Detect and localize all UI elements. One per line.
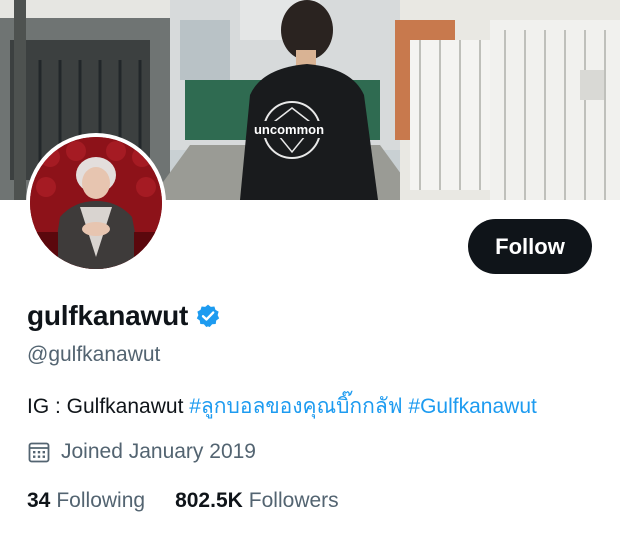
calendar-icon [27,440,51,464]
followers-count: 802.5K [175,489,243,512]
joined-date-row: Joined January 2019 [27,440,256,464]
display-name-row: gulfkanawut [27,300,221,332]
joined-date: Joined January 2019 [61,440,256,463]
profile-bio: IG : Gulfkanawut #ลูกบอลของคุณบิ๊กกลัฟ #… [27,390,537,423]
followers-link[interactable]: 802.5K Followers [175,489,339,513]
following-label: Following [56,489,146,512]
avatar[interactable] [26,133,166,273]
hashtag-link[interactable]: #ลูกบอลของคุณบิ๊กกลัฟ [189,395,402,418]
follow-button[interactable]: Follow [468,219,592,274]
display-name: gulfkanawut [27,300,189,331]
avatar-photo [30,137,162,269]
profile-handle: @gulfkanawut [27,343,161,366]
followers-label: Followers [248,489,339,512]
bio-text: IG : Gulfkanawut [27,395,190,418]
hashtag-link[interactable]: #Gulfkanawut [408,395,536,418]
following-link[interactable]: 34 Following [27,489,145,513]
jacket-logo-text: uncommon [254,122,324,137]
profile-stats: 34 Following 802.5K Followers [27,489,369,513]
verified-badge-icon[interactable] [195,303,221,329]
following-count: 34 [27,489,51,512]
